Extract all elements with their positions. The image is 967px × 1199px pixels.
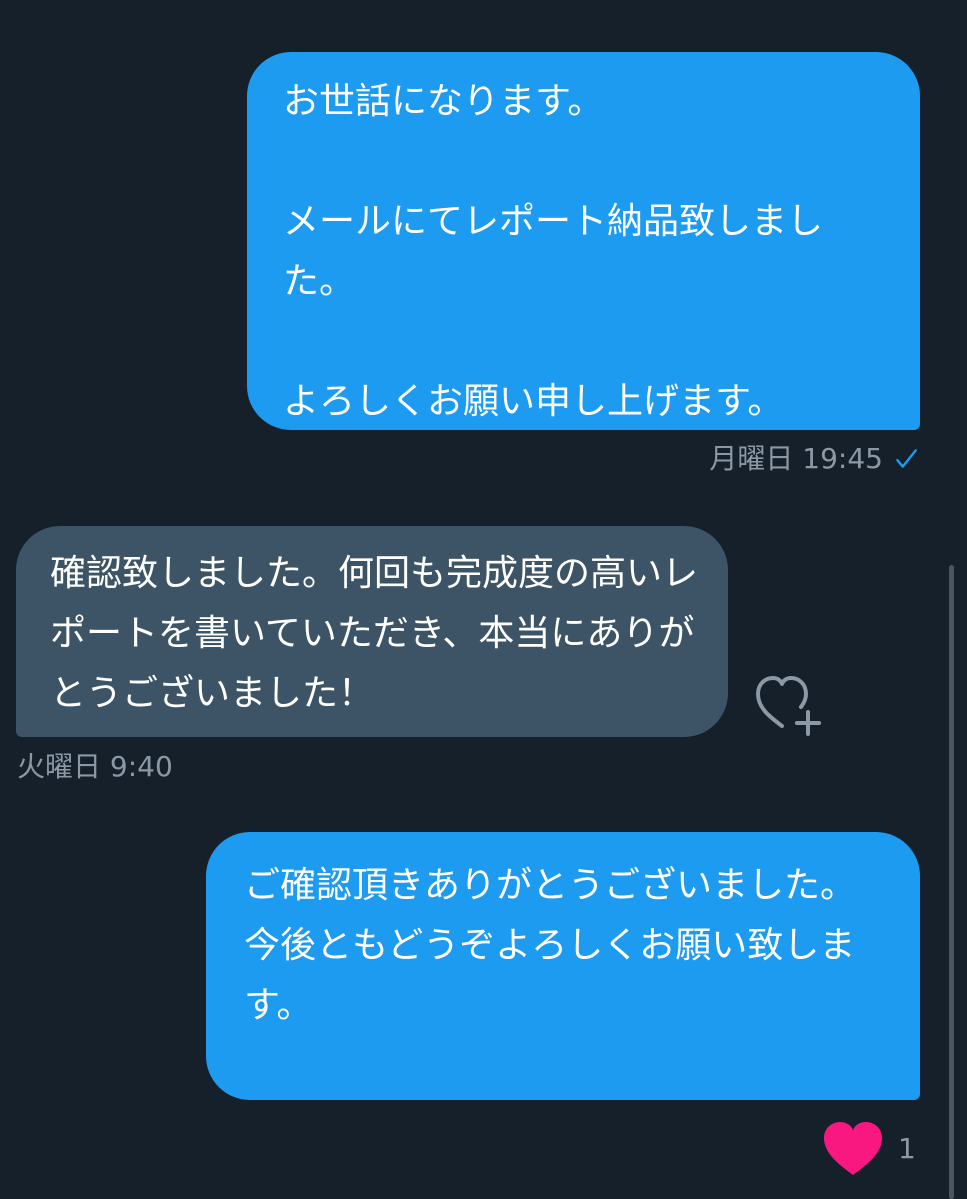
- message-timestamp: 月曜日 19:45: [709, 442, 883, 475]
- sent-message-bubble[interactable]: ご確認頂きありがとうございました。 今後ともどうぞよろしくお願い致します。: [206, 832, 920, 1100]
- dm-conversation: お世話になります。 メールにてレポート納品致しました。 よろしくお願い申し上げま…: [0, 0, 967, 1199]
- checkmark-icon: [896, 449, 917, 468]
- message-meta: 月曜日 19:45: [709, 441, 919, 477]
- message-timestamp: 火曜日 9:40: [17, 750, 173, 783]
- received-message-bubble[interactable]: 確認致しました。何回も完成度の高いレポートを書いていただき、本当にありがとうござ…: [16, 526, 728, 737]
- message-reaction[interactable]: 1: [822, 1120, 916, 1178]
- heart-icon: [824, 1122, 882, 1175]
- add-reaction-heart-icon[interactable]: [752, 672, 824, 736]
- sent-message-bubble[interactable]: お世話になります。 メールにてレポート納品致しました。 よろしくお願い申し上げま…: [247, 52, 920, 430]
- scrollbar[interactable]: [949, 565, 954, 1199]
- reaction-count: 1: [898, 1132, 916, 1165]
